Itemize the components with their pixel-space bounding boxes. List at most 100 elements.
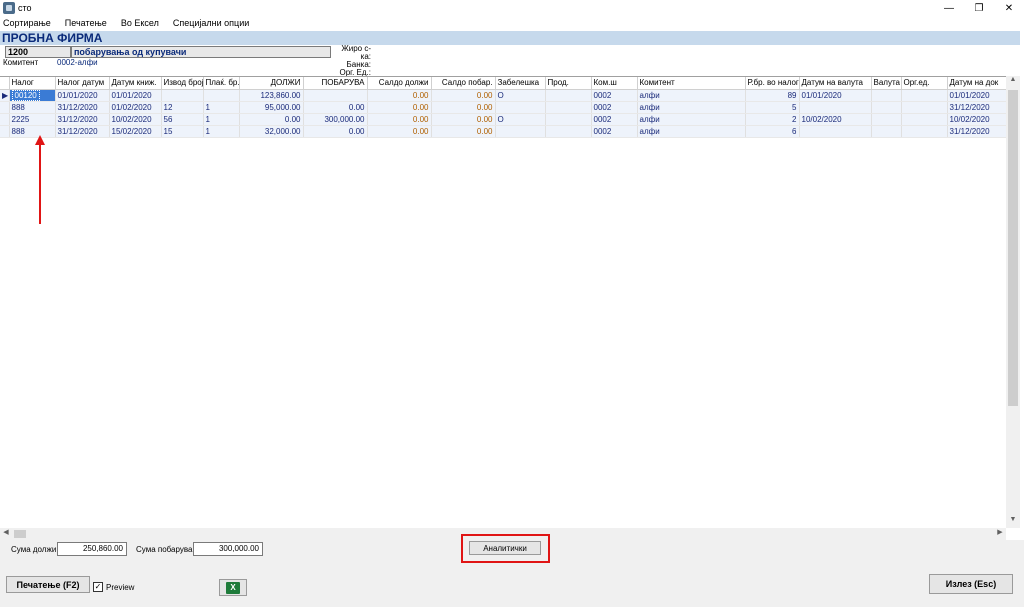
cell[interactable]: 888 (9, 125, 56, 138)
cell[interactable]: 0.00 (367, 125, 432, 138)
table-row[interactable]: 888 31/12/2020 01/02/2020 12 1 95,000.00… (0, 101, 1008, 114)
cell[interactable]: 01/02/2020 (109, 101, 162, 114)
cell[interactable]: алфи (637, 125, 746, 138)
menu-vo-eksel[interactable]: Во Ексел (121, 18, 159, 28)
col-header[interactable]: Датум на валута (799, 77, 872, 90)
cell-nalog[interactable]: 00120 (9, 89, 56, 102)
col-header[interactable]: Р.бр. во налог (745, 77, 800, 90)
account-name-field[interactable]: побарувања од купувачи (71, 46, 331, 58)
cell[interactable]: 15 (161, 125, 204, 138)
cell[interactable]: 0.00 (303, 101, 368, 114)
cell[interactable]: О (495, 113, 546, 126)
scroll-right-icon[interactable]: ▶ (994, 528, 1006, 540)
cell[interactable]: 31/12/2020 (947, 125, 1008, 138)
cell[interactable]: 31/12/2020 (55, 113, 110, 126)
col-header[interactable]: Салдо должи (367, 77, 432, 90)
col-header[interactable]: Салдо побар. (431, 77, 496, 90)
horizontal-scroll-thumb[interactable] (14, 530, 26, 538)
cell[interactable]: 0.00 (431, 89, 496, 102)
cell[interactable] (545, 113, 592, 126)
cell[interactable]: 01/01/2020 (55, 89, 110, 102)
cell[interactable]: 0.00 (367, 113, 432, 126)
table-row[interactable]: 2225 31/12/2020 10/02/2020 56 1 0.00 300… (0, 113, 1008, 126)
cell[interactable]: 5 (745, 101, 800, 114)
cell[interactable] (901, 89, 948, 102)
cell[interactable]: 300,000.00 (303, 113, 368, 126)
cell[interactable] (495, 101, 546, 114)
table-row[interactable]: ▶ 00120 01/01/2020 01/01/2020 123,860.00… (0, 89, 1008, 102)
cell[interactable]: 56 (161, 113, 204, 126)
cell[interactable] (901, 113, 948, 126)
cell[interactable] (303, 89, 368, 102)
col-header[interactable]: Налог (9, 77, 56, 90)
cell[interactable]: О (495, 89, 546, 102)
minimize-button[interactable]: — (934, 0, 964, 16)
col-header[interactable]: ПОБАРУВА (303, 77, 368, 90)
cell[interactable]: 123,860.00 (239, 89, 304, 102)
cell[interactable]: 1 (203, 101, 240, 114)
col-header[interactable]: Прод. (545, 77, 592, 90)
cell[interactable]: 0002 (591, 113, 638, 126)
preview-checkbox[interactable]: ✓ (93, 582, 103, 592)
cell[interactable]: 15/02/2020 (109, 125, 162, 138)
col-header[interactable]: Забелешка (495, 77, 546, 90)
cell[interactable]: алфи (637, 113, 746, 126)
cell[interactable]: 0.00 (367, 101, 432, 114)
cell[interactable]: алфи (637, 89, 746, 102)
col-header[interactable]: Извод број (161, 77, 204, 90)
cell[interactable]: 0.00 (431, 113, 496, 126)
scroll-up-icon[interactable]: ▲ (1006, 76, 1020, 88)
cell[interactable]: 0002 (591, 125, 638, 138)
cell[interactable]: 89 (745, 89, 800, 102)
cell[interactable]: 01/01/2020 (799, 89, 872, 102)
vertical-scroll-thumb[interactable] (1008, 90, 1018, 406)
col-header[interactable]: Датум на док (947, 77, 1008, 90)
cell[interactable]: 32,000.00 (239, 125, 304, 138)
cell[interactable] (871, 125, 902, 138)
cell[interactable] (545, 101, 592, 114)
account-code-field[interactable]: 1200 (5, 46, 71, 58)
cell[interactable]: 12 (161, 101, 204, 114)
cell[interactable]: алфи (637, 101, 746, 114)
scroll-left-icon[interactable]: ◀ (0, 528, 12, 540)
cell[interactable]: 0.00 (303, 125, 368, 138)
col-header[interactable]: Валута (871, 77, 902, 90)
scroll-down-icon[interactable]: ▼ (1006, 516, 1020, 528)
cell[interactable] (799, 101, 872, 114)
cell[interactable] (901, 125, 948, 138)
menu-pecatenje[interactable]: Печатење (65, 18, 107, 28)
col-header[interactable]: ДОЛЖИ (239, 77, 304, 90)
cell[interactable]: 888 (9, 101, 56, 114)
menu-specijalni-opcii[interactable]: Специјални опции (173, 18, 249, 28)
restore-button[interactable]: ❐ (964, 0, 994, 16)
cell[interactable] (495, 125, 546, 138)
cell[interactable]: 6 (745, 125, 800, 138)
cell[interactable]: 31/12/2020 (947, 101, 1008, 114)
cell[interactable] (871, 101, 902, 114)
cell[interactable] (799, 125, 872, 138)
col-header[interactable]: Датум книж. (109, 77, 162, 90)
col-header[interactable]: Комитент (637, 77, 746, 90)
cell[interactable]: 10/02/2020 (947, 113, 1008, 126)
excel-export-button[interactable]: X (219, 579, 247, 596)
vertical-scrollbar[interactable]: ▲ ▼ (1006, 76, 1020, 528)
cell[interactable] (161, 89, 204, 102)
col-header[interactable]: Ком.ш (591, 77, 638, 90)
cell[interactable] (545, 89, 592, 102)
cell[interactable] (203, 89, 240, 102)
cell[interactable] (545, 125, 592, 138)
cell[interactable]: 01/01/2020 (109, 89, 162, 102)
cell[interactable] (901, 101, 948, 114)
cell[interactable]: 0.00 (431, 125, 496, 138)
cell[interactable]: 31/12/2020 (55, 101, 110, 114)
cell[interactable] (871, 89, 902, 102)
cell[interactable]: 0.00 (239, 113, 304, 126)
table-row[interactable]: 888 31/12/2020 15/02/2020 15 1 32,000.00… (0, 125, 1008, 138)
cell[interactable]: 0.00 (367, 89, 432, 102)
cell[interactable]: 0002 (591, 101, 638, 114)
col-header[interactable]: Плаќ. бр. (203, 77, 240, 90)
cell[interactable]: 0002 (591, 89, 638, 102)
col-header[interactable]: Налог датум (55, 77, 110, 90)
cell[interactable]: 31/12/2020 (55, 125, 110, 138)
cell[interactable]: 0.00 (431, 101, 496, 114)
